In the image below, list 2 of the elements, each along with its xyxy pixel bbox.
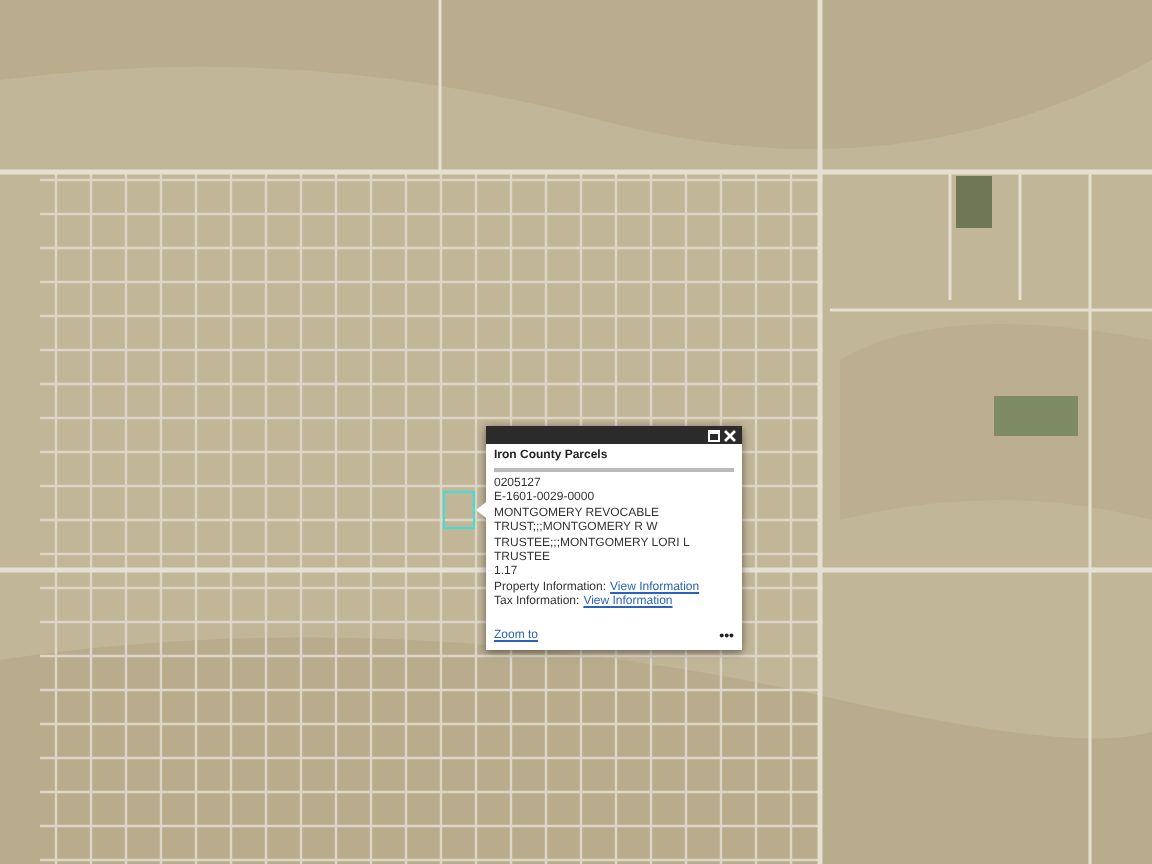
- close-icon[interactable]: [724, 429, 736, 441]
- maximize-icon[interactable]: [708, 429, 720, 441]
